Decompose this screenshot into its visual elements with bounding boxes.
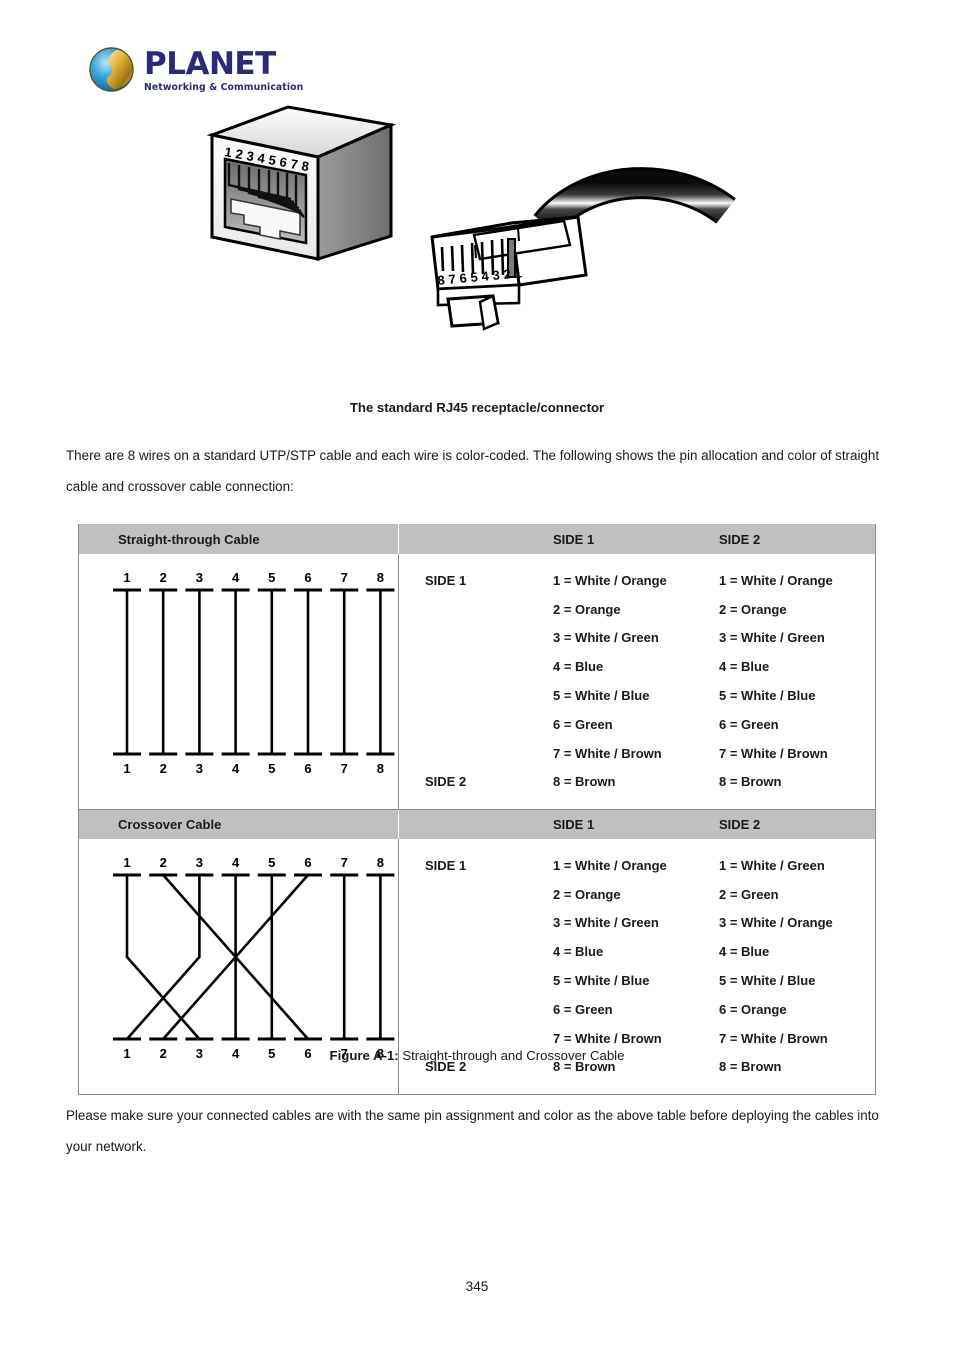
figure-caption: Figure A-1: Straight-through and Crossov… <box>0 1048 954 1063</box>
header-cell-side2-straight: SIDE 2 <box>719 531 761 547</box>
diagram-bottom-pin-label: 5 <box>268 761 275 776</box>
pin-value: 8 = Brown <box>719 774 782 790</box>
straight-side1-values: 1 = White / Orange 2 = Orange 3 = White … <box>517 554 697 809</box>
figure-caption-text: Straight-through and Crossover Cable <box>398 1048 625 1063</box>
diagram-top-pin-label: 7 <box>341 855 348 870</box>
pin-value: 3 = White / Orange <box>719 915 833 931</box>
diagram-top-pin-label: 4 <box>232 855 240 870</box>
diagram-top-pin-label: 5 <box>268 855 275 870</box>
pin-value: 6 = Orange <box>719 1001 787 1017</box>
wire-path <box>125 875 201 1040</box>
diagram-bottom-pin-label: 6 <box>304 761 311 776</box>
note-paragraph: Please make sure your connected cables a… <box>66 1108 879 1154</box>
wire-path <box>126 875 201 1040</box>
diagram-bottom-pin-label: 7 <box>341 761 348 776</box>
pin-value: 7 = White / Brown <box>553 745 662 761</box>
brand-wordmark: PLANET <box>144 45 276 82</box>
pin-value: 2 = Orange <box>553 886 621 902</box>
header-cell-spacer-straight <box>399 524 517 554</box>
header-cell-side2-crossover: SIDE 2 <box>719 817 761 832</box>
figure-caption-label: Figure A-1: <box>329 1048 399 1063</box>
rj45-receptacle-illustration: 1 2 3 4 5 6 7 8 <box>206 105 397 262</box>
pin-value: 8 = Brown <box>553 774 616 790</box>
pin-value: 1 = White / Green <box>719 857 825 873</box>
header-cell-spacer-crossover <box>399 810 517 839</box>
diagram-top-pin-label: 8 <box>377 570 384 585</box>
diagram-bottom-pin-label: 1 <box>123 761 130 776</box>
pin-value: 6 = Green <box>719 716 779 732</box>
straight-through-wiring-diagram: 1 1 2 2 3 3 4 4 5 5 6 6 7 7 8 8 <box>113 570 395 776</box>
header-cell-crossover-title: Crossover Cable <box>79 810 399 839</box>
planet-logo: PLANET Networking & Communication <box>88 46 303 93</box>
straight-side1-label: SIDE 1 <box>425 572 467 588</box>
pin-value: 3 = White / Green <box>553 915 659 931</box>
brand-tagline: Networking & Communication <box>144 81 304 93</box>
pin-value: 2 = Orange <box>553 601 621 617</box>
pin-value: 6 = Green <box>553 1001 613 1017</box>
pin-value: 4 = Blue <box>553 944 604 960</box>
diagram-top-pin-label: 6 <box>304 855 311 870</box>
table-header-row-straight: Straight-through Cable SIDE 1 SIDE 2 <box>79 524 875 554</box>
straight-diagram-cell: 1 1 2 2 3 3 4 4 5 5 6 6 7 7 8 8 <box>79 554 399 809</box>
diagram-top-pin-label: 1 <box>123 570 130 585</box>
table-header-row-crossover: Crossover Cable SIDE 1 SIDE 2 <box>79 809 875 839</box>
receptacle-caption: The standard RJ45 receptacle/connector <box>349 400 605 415</box>
header-cell-straight-title: Straight-through Cable <box>79 524 399 554</box>
diagram-bottom-pin-label: 8 <box>377 761 384 776</box>
pin-value: 2 = Green <box>719 886 779 902</box>
pin-value: 3 = White / Green <box>719 630 825 646</box>
intro-paragraph: There are 8 wires on a standard UTP/STP … <box>66 448 880 494</box>
pin-value: 5 = White / Blue <box>553 688 650 704</box>
straight-side-labels: SIDE 1 SIDE 2 <box>399 554 517 809</box>
pin-value: 6 = Green <box>553 716 613 732</box>
pin-value: 3 = White / Green <box>553 630 659 646</box>
diagram-top-pin-label: 3 <box>196 570 203 585</box>
page-number: 345 <box>465 1279 489 1294</box>
pin-value: 4 = Blue <box>719 659 770 675</box>
rj45-plug-illustration: 8 7 6 5 4 3 2 1 <box>430 167 736 331</box>
pin-assignment-table: Straight-through Cable SIDE 1 SIDE 2 1 1 2… <box>78 524 876 1095</box>
diagram-top-pin-label: 8 <box>377 855 384 870</box>
diagram-top-pin-label: 2 <box>160 855 167 870</box>
globe-logo-icon <box>89 47 134 92</box>
pin-value: 1 = White / Orange <box>553 857 667 873</box>
header-cell-side1-straight: SIDE 1 <box>553 531 595 547</box>
pin-value: 1 = White / Orange <box>719 572 833 588</box>
pin-value: 4 = Blue <box>719 944 770 960</box>
pin-value: 4 = Blue <box>553 659 604 675</box>
diagram-bottom-pin-label: 4 <box>232 761 240 776</box>
pin-value: 5 = White / Blue <box>719 973 816 989</box>
diagram-top-pin-label: 4 <box>232 570 240 585</box>
table-body-row-straight: 1 1 2 2 3 3 4 4 5 5 6 6 7 7 8 8 SIDE 1 SIDE 2 1 = White… <box>79 554 875 809</box>
pin-value: 1 = White / Orange <box>553 572 667 588</box>
diagram-top-pin-label: 1 <box>123 855 130 870</box>
header-cell-side1-crossover: SIDE 1 <box>553 817 595 832</box>
diagram-top-pin-label: 7 <box>341 570 348 585</box>
diagram-top-pin-label: 5 <box>268 570 275 585</box>
straight-side2-label: SIDE 2 <box>425 774 467 790</box>
straight-side2-values: 1 = White / Orange 2 = Orange 3 = White … <box>697 554 876 809</box>
pin-value: 7 = White / Brown <box>719 745 828 761</box>
diagram-bottom-pin-label: 2 <box>160 761 167 776</box>
diagram-top-pin-label: 3 <box>196 855 203 870</box>
crossover-side1-label: SIDE 1 <box>425 857 467 873</box>
pin-value: 5 = White / Blue <box>553 973 650 989</box>
pin-value: 5 = White / Blue <box>719 688 816 704</box>
diagram-top-pin-label: 2 <box>160 570 167 585</box>
diagram-top-pin-label: 6 <box>304 570 311 585</box>
diagram-bottom-pin-label: 3 <box>196 761 203 776</box>
pin-value: 2 = Orange <box>719 601 787 617</box>
